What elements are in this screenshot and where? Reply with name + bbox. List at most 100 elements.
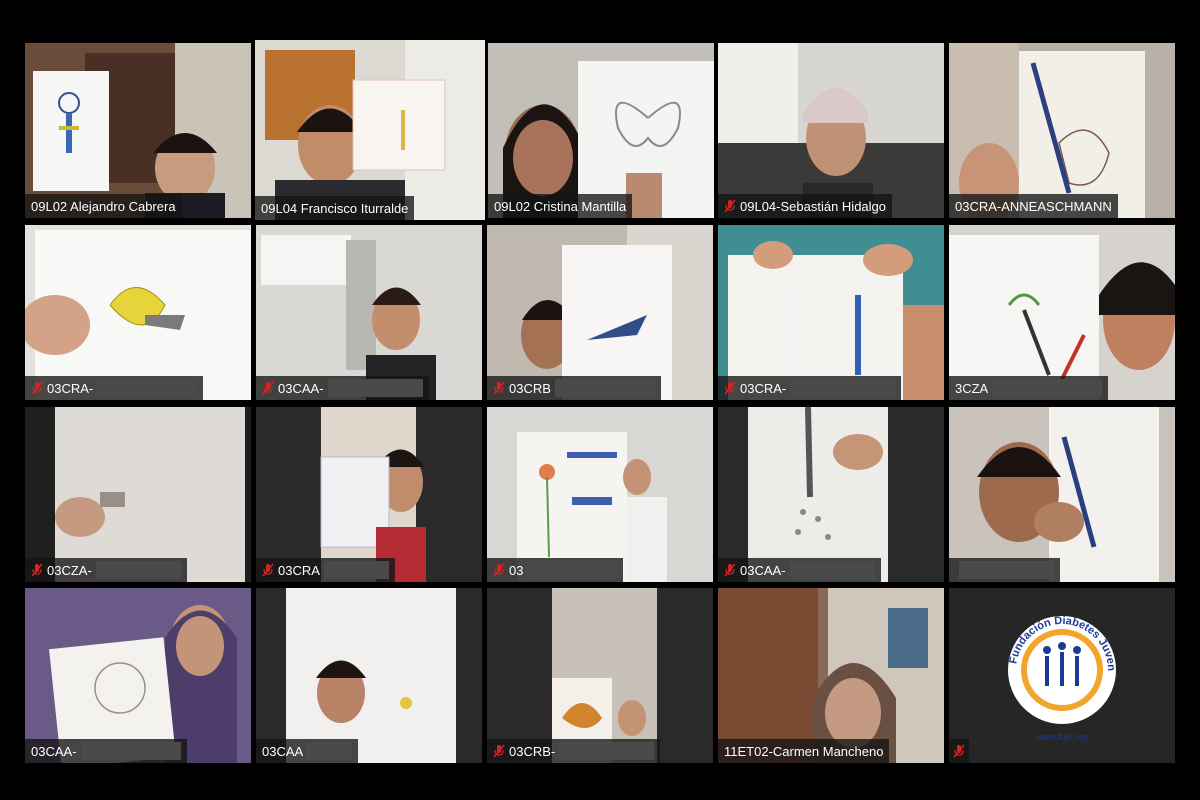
redacted-name-block (307, 742, 353, 760)
redacted-name-block (554, 379, 655, 397)
participant-nameplate: 09L02 Cristina Mantilla (488, 194, 633, 218)
participant-name: 03CRA- (740, 380, 787, 396)
muted-mic-icon (493, 381, 505, 395)
participant-name: 09L02 Cristina Mantilla (494, 198, 627, 214)
participant-name: 03CZA- (47, 562, 92, 578)
redacted-name-block (959, 561, 1054, 579)
participant-nameplate: 03CAA (256, 739, 359, 763)
participant-name: 3CZA (955, 380, 989, 396)
participant-nameplate: 03 (487, 558, 624, 582)
muted-mic-icon (493, 563, 505, 577)
redacted-name-block (527, 561, 618, 579)
redacted-name-block (790, 379, 896, 397)
muted-mic-icon (262, 563, 274, 577)
video-feed (256, 407, 482, 582)
video-tile-03crb-2[interactable]: 03CRB- (487, 588, 713, 763)
video-tile-03crb[interactable]: 03CRB (487, 225, 713, 400)
muted-mic-icon (724, 563, 736, 577)
video-tile-03caa-3[interactable]: 03CAA- (25, 588, 251, 763)
video-tile-francisco[interactable]: 09L04 Francisco Iturralde (255, 40, 485, 220)
muted-mic-icon (953, 744, 965, 758)
muted-mic-icon (31, 563, 43, 577)
video-feed (25, 225, 251, 400)
video-feed (949, 225, 1175, 400)
video-feed (487, 588, 713, 763)
video-tile-03cra-1[interactable]: 03CRA- (25, 225, 251, 400)
participant-nameplate: 03CRA (256, 558, 395, 582)
participant-name: 03 (509, 562, 524, 578)
video-feed (949, 43, 1175, 218)
video-feed (487, 225, 713, 400)
participant-nameplate: 03CAA- (25, 739, 187, 763)
participant-nameplate: 03CAA- (718, 558, 881, 582)
video-tile-03caa-1[interactable]: 03CAA- (256, 225, 482, 400)
video-tile-alejandro[interactable]: 09L02 Alejandro Cabrera (25, 43, 251, 218)
participant-name: 03CAA- (740, 562, 786, 578)
muted-mic-icon (493, 744, 505, 758)
participant-nameplate: 03CAA- (256, 376, 429, 400)
participant-nameplate: 03CRA-ANNEASCHMANN (949, 194, 1118, 218)
video-tile-03cra-3[interactable]: 03CRA (256, 407, 482, 582)
muted-mic-icon (31, 381, 43, 395)
logo-url: www.fdje.org (1036, 732, 1088, 742)
video-tile-carmen[interactable]: 11ET02-Carmen Mancheno (718, 588, 944, 763)
video-tile-03cra-2[interactable]: 03CRA- (718, 225, 944, 400)
participant-nameplate: 03CZA- (25, 558, 187, 582)
muted-mic-icon (262, 381, 274, 395)
video-feed (718, 43, 944, 218)
participant-nameplate: 11ET02-Carmen Mancheno (718, 739, 890, 763)
participant-nameplate: 03CRA- (718, 376, 902, 400)
participant-nameplate: 03CRB- (487, 739, 661, 763)
video-tile-03caa-4[interactable]: 03CAA (256, 588, 482, 763)
video-feed (25, 43, 251, 218)
video-feed (718, 407, 944, 582)
participant-nameplate (949, 739, 969, 763)
participant-name: 03CRA-ANNEASCHMANN (955, 198, 1112, 214)
muted-mic-icon (724, 381, 736, 395)
redacted-name-block (80, 742, 181, 760)
fundacion-logo: Fundación Diabetes Juvenil Ecuador www.f… (949, 588, 1117, 742)
participant-name: 09L02 Alejandro Cabrera (31, 198, 176, 214)
redacted-name-block (992, 379, 1103, 397)
video-feed (25, 588, 251, 763)
muted-mic-icon (724, 199, 736, 213)
video-feed (256, 588, 482, 763)
participant-name: 03CAA (262, 743, 304, 759)
redacted-name-block (789, 561, 875, 579)
video-tile-cristina[interactable]: 09L02 Cristina Mantilla (488, 43, 714, 218)
participant-name: 03CRA (278, 562, 320, 578)
video-feed (718, 225, 944, 400)
participant-name: 11ET02-Carmen Mancheno (724, 743, 884, 759)
video-feed (256, 225, 482, 400)
participant-nameplate: 09L02 Alejandro Cabrera (25, 194, 182, 218)
participant-name: 09L04-Sebastián Hidalgo (740, 198, 886, 214)
video-tile-anneaschmann[interactable]: 03CRA-ANNEASCHMANN (949, 43, 1175, 218)
participant-name: 03CRB (509, 380, 551, 396)
participant-name: 09L04 Francisco Iturralde (261, 200, 409, 216)
participant-nameplate (949, 558, 1060, 582)
video-feed (255, 40, 485, 220)
video-tile-03caa-2[interactable]: 03CAA- (718, 407, 944, 582)
redacted-name-block (327, 379, 423, 397)
redacted-name-block (95, 561, 181, 579)
video-feed (487, 407, 713, 582)
video-tile-03[interactable]: 03 (487, 407, 713, 582)
video-feed (718, 588, 944, 763)
participant-name: 03CRB- (509, 743, 556, 759)
redacted-name-block (323, 561, 389, 579)
video-tile-03cza[interactable]: 03CZA- (25, 407, 251, 582)
video-tile-sebastian[interactable]: 09L04-Sebastián Hidalgo (718, 43, 944, 218)
participant-name: 03CAA- (31, 743, 77, 759)
video-tile-foundation-logo[interactable]: Fundación Diabetes Juvenil Ecuador www.f… (949, 588, 1175, 763)
participant-name: 03CRA- (47, 380, 94, 396)
redacted-name-block (559, 742, 655, 760)
participant-nameplate: 09L04 Francisco Iturralde (255, 196, 415, 220)
video-tile-unnamed[interactable] (949, 407, 1175, 582)
video-tile-3cza[interactable]: 3CZA (949, 225, 1175, 400)
participant-nameplate: 3CZA (949, 376, 1109, 400)
participant-nameplate: 03CRA- (25, 376, 204, 400)
participant-nameplate: 09L04-Sebastián Hidalgo (718, 194, 892, 218)
participant-nameplate: 03CRB (487, 376, 661, 400)
redacted-name-block (97, 379, 198, 397)
video-feed (488, 43, 714, 218)
